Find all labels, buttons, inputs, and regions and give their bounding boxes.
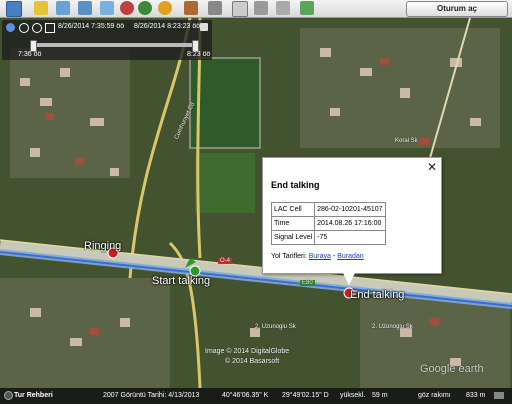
historical-imagery-icon[interactable] — [138, 1, 152, 15]
main-toolbar: Oturum aç — [0, 0, 512, 18]
road-label-koral: Koral Sk — [395, 138, 418, 144]
directions-to-link[interactable]: Buraya — [309, 253, 331, 260]
road-label-uzunoglu-2: 2. Uzunoglu Sk — [372, 324, 413, 330]
time-slider-panel: 8/26/2014 7:35:59 öö 8/26/2014 8:23:23 ö… — [2, 20, 212, 60]
directions-line: Yol Tarifleri: Buraya - Buradan — [271, 253, 364, 260]
google-earth-watermark: Google earth — [420, 363, 484, 375]
table-row: Signal Level -75 — [270, 230, 386, 245]
directions-from-link[interactable]: Buradan — [337, 253, 363, 260]
latitude: 40°46'06.35" K — [222, 392, 269, 399]
road-label-uzunoglu-1: 2. Uzunoglu Sk — [255, 324, 296, 330]
table-value: 286-02-10201-45107 — [314, 202, 386, 217]
tour-icon[interactable] — [120, 1, 134, 15]
email-icon[interactable] — [232, 1, 248, 17]
table-key: LAC Cell — [270, 202, 316, 217]
save-image-icon[interactable] — [276, 1, 290, 15]
stream-icon — [494, 392, 504, 399]
end-talking-label: End talking — [350, 289, 405, 301]
status-bar: Tur Rehberi 2007 Görüntü Tarihi: 4/13/20… — [0, 388, 512, 404]
time-slider-track[interactable] — [30, 40, 199, 52]
prev-icon[interactable] — [45, 23, 55, 33]
polygon-icon[interactable] — [56, 1, 70, 15]
wrench-icon[interactable] — [200, 23, 208, 31]
start-talking-label: Start talking — [152, 275, 211, 287]
table-key: Time — [270, 216, 316, 231]
longitude: 29°49'02.15" D — [282, 392, 329, 399]
table-row: LAC Cell 286-02-10201-45107 — [270, 202, 386, 217]
elevation-value: 59 m — [372, 392, 388, 399]
directions-separator: - — [332, 253, 336, 260]
info-table: LAC Cell 286-02-10201-45107 Time 2014.08.2… — [270, 202, 386, 245]
balloon-title: End talking — [271, 180, 320, 190]
basarsoft-credit: © 2014 Basarsoft — [225, 358, 280, 365]
time-start-datetime: 8/26/2014 7:35:59 öö — [58, 23, 125, 30]
overlay-icon[interactable] — [100, 1, 114, 15]
placemark-icon[interactable] — [34, 1, 48, 15]
road-label-e80: E80 — [300, 280, 315, 286]
close-icon[interactable]: ✕ — [427, 160, 437, 174]
eye-altitude-value: 833 m — [466, 392, 486, 399]
time-end-datetime: 8/26/2014 8:23:23 öö — [134, 23, 201, 30]
path-icon[interactable] — [78, 1, 92, 15]
table-value: 2014.08.26 17:16:00 — [314, 216, 386, 231]
clock-icon[interactable] — [6, 23, 15, 32]
table-row: Time 2014.08.26 17:16:00 — [270, 216, 386, 231]
print-icon[interactable] — [254, 1, 268, 15]
table-value: -75 — [314, 230, 386, 245]
maps-icon[interactable] — [300, 1, 314, 15]
table-key: Signal Level — [270, 230, 316, 245]
time-start-label: 7:36 öö — [18, 51, 42, 58]
ruler-icon[interactable] — [208, 1, 222, 15]
ringing-label: Ringing — [84, 240, 122, 252]
sunlight-icon[interactable] — [158, 1, 172, 15]
sidebar-toggle-icon[interactable] — [6, 1, 22, 17]
tour-icon-status[interactable] — [4, 391, 13, 400]
time-end-label: 8:23 öö — [187, 51, 211, 58]
directions-label: Yol Tarifleri: — [271, 253, 307, 260]
planets-icon[interactable] — [184, 1, 198, 15]
zoom-in-icon[interactable] — [19, 23, 29, 33]
signin-button[interactable]: Oturum aç — [406, 1, 508, 17]
elevation-label: yüksekl. — [340, 392, 366, 399]
imagery-date: 2007 Görüntü Tarihi: 4/13/2013 — [103, 392, 200, 399]
tour-guide-button[interactable]: Tur Rehberi — [14, 392, 53, 399]
info-balloon: ✕ End talking LAC Cell 286-02-10201-45107… — [262, 157, 442, 285]
eye-altitude-label: göz rakımı — [418, 392, 451, 399]
imagery-credit: Image © 2014 DigitalGlobe — [205, 348, 290, 355]
zoom-out-icon[interactable] — [32, 23, 42, 33]
road-label-o4: O-4 — [218, 258, 233, 264]
